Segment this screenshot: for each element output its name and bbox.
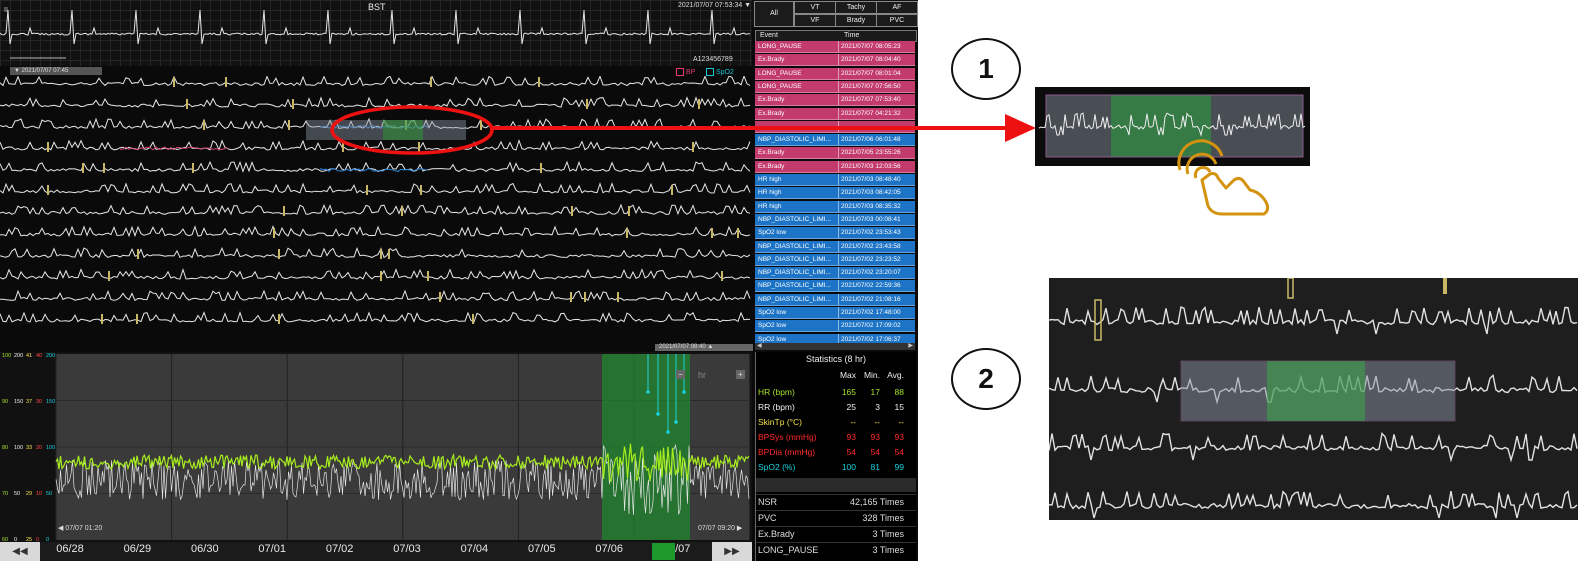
zoom-ecg-strip-row (1048, 490, 1578, 519)
right-arrow-icon (490, 114, 1036, 142)
zoom2-strips (1048, 277, 1578, 519)
pvc-marker (1094, 299, 1102, 341)
step-badge-1: 1 (951, 38, 1021, 100)
step-badge-2: 2 (951, 348, 1021, 410)
zoom-ecg-strip-row (1048, 432, 1578, 463)
zoom-ecg-strip-row (1048, 306, 1578, 335)
hand-tap-icon (1177, 139, 1270, 216)
zoom-illustration-2 (1048, 277, 1578, 520)
